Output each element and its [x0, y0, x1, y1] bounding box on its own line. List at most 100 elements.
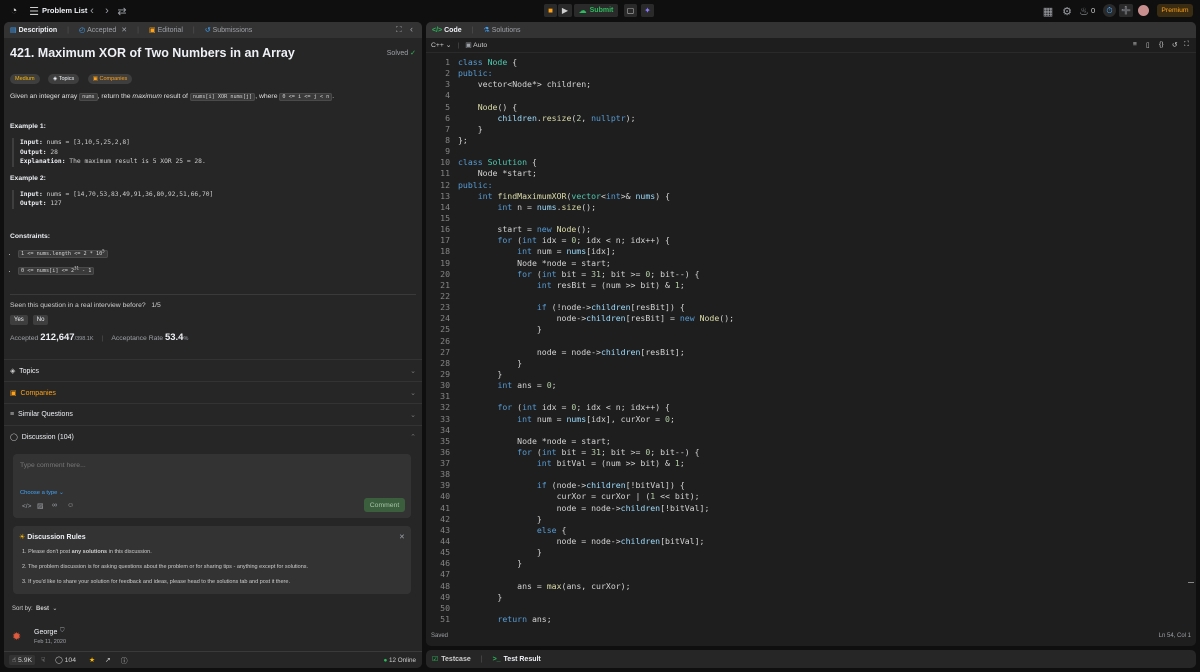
code-line[interactable]: node = node->children[bitVal];: [458, 536, 734, 547]
post-username[interactable]: George: [34, 629, 57, 636]
code-line[interactable]: node = node->children[!bitVal];: [458, 503, 734, 514]
code-line[interactable]: int n = nums.size();: [458, 202, 734, 213]
code-line[interactable]: Node *node = start;: [458, 436, 734, 447]
code-line[interactable]: int ans = 0;: [458, 380, 734, 391]
add-friend-icon[interactable]: ➕: [1119, 4, 1133, 17]
tab-code[interactable]: </> Code: [432, 27, 462, 34]
timer-icon[interactable]: ⏱: [1103, 4, 1116, 17]
code-line[interactable]: public:: [458, 180, 734, 191]
avatar[interactable]: ✹: [12, 630, 26, 643]
like-button[interactable]: ☝ 5.9K: [9, 655, 36, 665]
language-select[interactable]: C++ ⌄: [431, 41, 451, 49]
code-line[interactable]: }: [458, 558, 734, 569]
tab-description[interactable]: ▤ Description: [10, 26, 57, 35]
code-line[interactable]: if (node->children[!bitVal]) {: [458, 480, 734, 491]
code-line[interactable]: int resBit = (num >> bit) & 1;: [458, 280, 734, 291]
star-icon[interactable]: ★: [89, 656, 95, 664]
code-line[interactable]: int findMaximumXOR(vector<int>& nums) {: [458, 191, 734, 202]
code-line[interactable]: };: [458, 135, 734, 146]
collapse-panel-icon[interactable]: ‹: [410, 24, 413, 34]
code-line[interactable]: for (int idx = 0; idx < n; idx++) {: [458, 402, 734, 413]
code-line[interactable]: if (!node->children[resBit]) {: [458, 302, 734, 313]
code-line[interactable]: int bitVal = (num >> bit) & 1;: [458, 458, 734, 469]
sort-dropdown[interactable]: Sort by: Best ⌄: [12, 605, 57, 612]
share-icon[interactable]: ↗: [105, 656, 111, 664]
code-line[interactable]: ans = max(ans, curXor);: [458, 581, 734, 592]
code-line[interactable]: for (int idx = 0; idx < n; idx++) {: [458, 235, 734, 246]
topics-section[interactable]: ◈ Topics ⌄: [4, 359, 422, 381]
code-line[interactable]: [458, 336, 734, 347]
submit-button[interactable]: ☁ Submit: [574, 4, 618, 17]
prev-problem-icon[interactable]: ‹: [87, 4, 97, 18]
layout-icon[interactable]: ▦: [1043, 5, 1053, 18]
code-line[interactable]: [458, 291, 734, 302]
maximize-icon[interactable]: ⛶: [396, 25, 402, 35]
code-line[interactable]: }: [458, 514, 734, 525]
code-line[interactable]: Node *node = start;: [458, 258, 734, 269]
code-line[interactable]: else {: [458, 525, 734, 536]
image-icon[interactable]: ▨: [37, 502, 44, 510]
tab-testcase[interactable]: ☑ Testcase: [432, 655, 471, 664]
help-icon[interactable]: ⓘ: [121, 655, 128, 665]
companies-section[interactable]: ▣ Companies ⌄: [4, 381, 422, 403]
scroll-indicator[interactable]: [1188, 582, 1194, 583]
bookmark-icon[interactable]: ▯: [1146, 41, 1150, 49]
link-icon[interactable]: ∞: [52, 502, 57, 509]
format-icon[interactable]: ≡: [1133, 41, 1137, 48]
code-line[interactable]: curXor = curXor | (1 << bit);: [458, 491, 734, 502]
code-line[interactable]: [458, 603, 734, 614]
code-line[interactable]: }: [458, 124, 734, 135]
autocomplete-toggle[interactable]: ▣ Auto: [465, 41, 487, 49]
code-line[interactable]: Node *start;: [458, 168, 734, 179]
settings-icon[interactable]: ⚙: [1062, 5, 1072, 18]
code-line[interactable]: start = new Node();: [458, 224, 734, 235]
problem-list-link[interactable]: Problem List: [42, 6, 87, 15]
code-content[interactable]: class Node { public: vector<Node*> childr…: [458, 57, 734, 627]
fullscreen-icon[interactable]: ⛶: [1184, 41, 1189, 49]
debug-icon[interactable]: ■: [544, 4, 557, 17]
code-line[interactable]: [458, 569, 734, 580]
close-icon[interactable]: ✕: [399, 533, 405, 541]
streak-fire-icon[interactable]: ♨: [1079, 5, 1089, 18]
comment-input[interactable]: Type comment here...: [20, 462, 86, 469]
code-line[interactable]: [458, 213, 734, 224]
code-line[interactable]: [458, 391, 734, 402]
dislike-icon[interactable]: ☟: [41, 656, 45, 664]
code-line[interactable]: class Node {: [458, 57, 734, 68]
topics-tag[interactable]: ◈ Topics: [48, 74, 80, 84]
tab-accepted[interactable]: ◴ Accepted ✕: [79, 26, 127, 35]
leetcode-logo-icon[interactable]: ◔: [8, 5, 20, 17]
discussion-section[interactable]: ◯ Discussion (104) ⌃: [4, 425, 422, 447]
comment-box[interactable]: Type comment here... Choose a type ⌄ </>…: [13, 454, 411, 518]
tab-submissions[interactable]: ↺ Submissions: [205, 26, 253, 35]
ai-assist-icon[interactable]: ✦: [641, 4, 654, 17]
code-icon[interactable]: </>: [22, 503, 31, 510]
code-line[interactable]: class Solution {: [458, 157, 734, 168]
code-line[interactable]: int num = nums[idx], curXor = 0;: [458, 414, 734, 425]
code-line[interactable]: for (int bit = 31; bit >= 0; bit--) {: [458, 269, 734, 280]
tab-solutions[interactable]: ⚗ Solutions: [483, 26, 520, 35]
comments-button[interactable]: ◯ 104: [55, 656, 76, 664]
companies-tag[interactable]: ▣ Companies: [87, 74, 133, 84]
tab-editorial[interactable]: ▣ Editorial: [149, 26, 183, 35]
difficulty-badge[interactable]: Medium: [10, 74, 40, 84]
code-line[interactable]: [458, 146, 734, 157]
code-line[interactable]: int num = nums[idx];: [458, 246, 734, 257]
yes-button[interactable]: Yes: [10, 314, 28, 325]
next-problem-icon[interactable]: ›: [102, 4, 112, 18]
code-line[interactable]: }: [458, 547, 734, 558]
notes-icon[interactable]: ▢: [624, 4, 637, 17]
code-line[interactable]: node->children[resBit] = new Node();: [458, 313, 735, 324]
code-line[interactable]: node = node->children[resBit];: [458, 347, 734, 358]
code-line[interactable]: }: [458, 369, 734, 380]
choose-type-dropdown[interactable]: Choose a type ⌄: [20, 490, 64, 496]
code-line[interactable]: [458, 425, 734, 436]
similar-questions-section[interactable]: ≡ Similar Questions ⌄: [4, 403, 422, 425]
code-line[interactable]: }: [458, 592, 734, 603]
avatar[interactable]: [1138, 5, 1149, 16]
comment-button[interactable]: Comment: [364, 498, 405, 512]
code-line[interactable]: return ans;: [458, 614, 734, 625]
tab-test-result[interactable]: >_ Test Result: [493, 656, 541, 663]
list-icon[interactable]: ☰: [29, 5, 39, 18]
code-line[interactable]: vector<Node*> children;: [458, 79, 734, 90]
